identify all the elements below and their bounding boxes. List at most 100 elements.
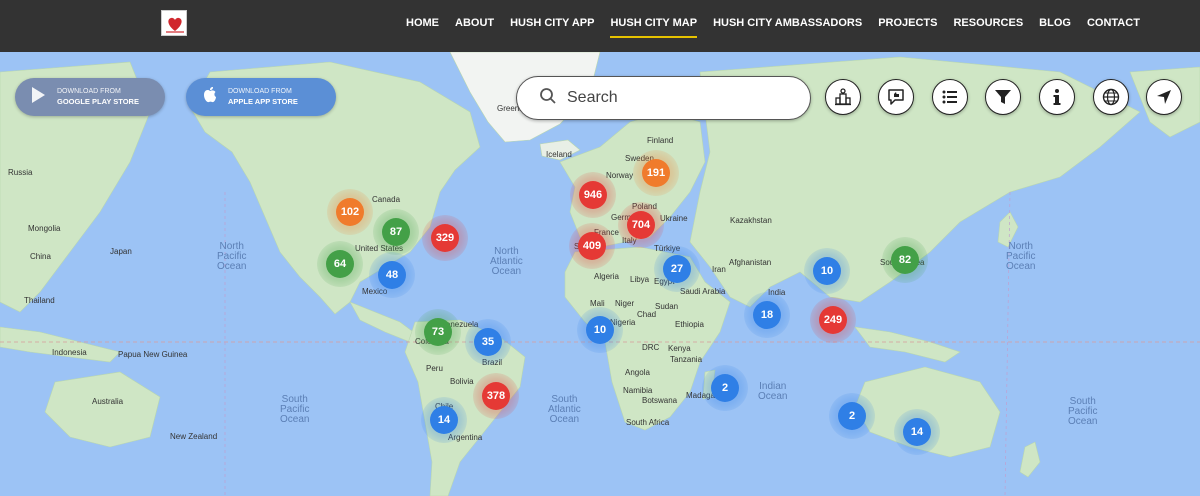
- place-label: Russia: [8, 168, 33, 177]
- place-label: Namibia: [623, 386, 653, 395]
- place-label: Tanzania: [670, 355, 703, 364]
- cluster-marker[interactable]: 191: [633, 150, 679, 196]
- place-label: Thailand: [24, 296, 55, 305]
- nav-item-hush-city-ambassadors[interactable]: HUSH CITY AMBASSADORS: [705, 0, 870, 52]
- nav-item-contact[interactable]: CONTACT: [1079, 0, 1148, 52]
- place-label: Afghanistan: [729, 258, 772, 267]
- apple-icon: [202, 86, 218, 109]
- place-label: Ethiopia: [675, 320, 704, 329]
- cluster-count: 14: [903, 418, 931, 446]
- locate-button[interactable]: [1146, 79, 1182, 115]
- cluster-count: 249: [819, 306, 847, 334]
- google-play-label: GOOGLE PLAY STORE: [57, 97, 139, 106]
- cluster-marker[interactable]: 14: [421, 397, 467, 443]
- cluster-count: 82: [891, 246, 919, 274]
- place-label: Peru: [426, 364, 443, 373]
- cluster-marker[interactable]: 14: [894, 409, 940, 455]
- cluster-marker[interactable]: 87: [373, 209, 419, 255]
- cluster-count: 64: [326, 250, 354, 278]
- cluster-count: 378: [482, 382, 510, 410]
- ocean-label: North Atlantic Ocean: [490, 246, 523, 277]
- place-label: Kazakhstan: [730, 216, 772, 225]
- ocean-label: South Pacific Ocean: [280, 394, 310, 425]
- nav-item-hush-city-map[interactable]: HUSH CITY MAP: [602, 0, 705, 52]
- nav-item-blog[interactable]: BLOG: [1031, 0, 1079, 52]
- cluster-marker[interactable]: 102: [327, 189, 373, 235]
- cluster-count: 10: [813, 257, 841, 285]
- feedback-button[interactable]: [878, 79, 914, 115]
- top-navigation-bar: HOME ABOUT HUSH CITY APP HUSH CITY MAP HUSH …: [0, 0, 1200, 52]
- place-label: Mongolia: [28, 224, 61, 233]
- cluster-count: 409: [578, 232, 606, 260]
- apple-store-small-label: DOWNLOAD FROM: [228, 88, 292, 95]
- navigate-icon: [1157, 90, 1171, 104]
- place-label: Bolivia: [450, 377, 474, 386]
- place-label: Kenya: [668, 344, 691, 353]
- cluster-count: 14: [430, 406, 458, 434]
- info-button[interactable]: [1039, 79, 1075, 115]
- place-label: Papua New Guinea: [118, 350, 188, 359]
- google-play-small-label: DOWNLOAD FROM: [57, 88, 121, 95]
- nav-item-about[interactable]: ABOUT: [447, 0, 502, 52]
- place-label: Botswana: [642, 396, 678, 405]
- place-label: Iceland: [546, 150, 572, 159]
- filter-button[interactable]: [985, 79, 1021, 115]
- ocean-label: North Pacific Ocean: [1006, 241, 1036, 272]
- cluster-marker[interactable]: 64: [317, 241, 363, 287]
- nav-item-home[interactable]: HOME: [398, 0, 447, 52]
- nav-item-resources[interactable]: RESOURCES: [945, 0, 1031, 52]
- place-label: Japan: [110, 247, 132, 256]
- nav-item-projects[interactable]: PROJECTS: [870, 0, 945, 52]
- place-label: Algeria: [594, 272, 619, 281]
- cluster-marker[interactable]: 249: [810, 297, 856, 343]
- feedback-icon: [888, 89, 904, 105]
- ocean-label: South Atlantic Ocean: [548, 394, 581, 425]
- google-play-button[interactable]: DOWNLOAD FROM GOOGLE PLAY STORE: [15, 78, 165, 116]
- cluster-marker[interactable]: 2: [829, 393, 875, 439]
- cluster-marker[interactable]: 48: [369, 252, 415, 298]
- cluster-marker[interactable]: 18: [744, 292, 790, 338]
- globe-button[interactable]: [1093, 79, 1129, 115]
- cluster-marker[interactable]: 35: [465, 319, 511, 365]
- cluster-marker[interactable]: 329: [422, 215, 468, 261]
- apple-store-label: APPLE APP STORE: [228, 97, 298, 106]
- globe-icon: [1102, 88, 1120, 106]
- cluster-marker[interactable]: 10: [804, 248, 850, 294]
- city-icon: [835, 88, 851, 106]
- cluster-count: 87: [382, 218, 410, 246]
- apple-store-button[interactable]: DOWNLOAD FROM APPLE APP STORE: [186, 78, 336, 116]
- place-label: Finland: [647, 136, 674, 145]
- ocean-label: South Pacific Ocean: [1068, 396, 1098, 427]
- ocean-label: North Pacific Ocean: [217, 241, 247, 272]
- cluster-count: 704: [627, 211, 655, 239]
- search-box[interactable]: [516, 76, 811, 120]
- place-label: Canada: [372, 195, 401, 204]
- place-label: Chad: [637, 310, 657, 319]
- cluster-count: 18: [753, 301, 781, 329]
- cluster-count: 946: [579, 181, 607, 209]
- place-label: Niger: [615, 299, 635, 308]
- cluster-marker[interactable]: 704: [618, 202, 664, 248]
- nav-item-hush-city-app[interactable]: HUSH CITY APP: [502, 0, 602, 52]
- cluster-marker[interactable]: 27: [654, 246, 700, 292]
- cluster-count: 2: [711, 374, 739, 402]
- cluster-marker[interactable]: 2: [702, 365, 748, 411]
- place-label: Australia: [92, 397, 124, 406]
- city-button[interactable]: [825, 79, 861, 115]
- cluster-marker[interactable]: 10: [577, 307, 623, 353]
- place-label: Indonesia: [52, 348, 87, 357]
- hush-city-logo[interactable]: [161, 10, 187, 36]
- place-label: South Africa: [626, 418, 670, 427]
- cluster-marker[interactable]: 409: [569, 223, 615, 269]
- cluster-count: 2: [838, 402, 866, 430]
- cluster-count: 191: [642, 159, 670, 187]
- cluster-marker[interactable]: 946: [570, 172, 616, 218]
- filter-icon: [995, 90, 1011, 104]
- cluster-marker[interactable]: 73: [415, 309, 461, 355]
- list-button[interactable]: [932, 79, 968, 115]
- cluster-marker[interactable]: 378: [473, 373, 519, 419]
- main-nav: HOME ABOUT HUSH CITY APP HUSH CITY MAP HUSH …: [398, 0, 1148, 52]
- place-label: Ukraine: [660, 214, 688, 223]
- cluster-marker[interactable]: 82: [882, 237, 928, 283]
- search-input[interactable]: [567, 89, 787, 107]
